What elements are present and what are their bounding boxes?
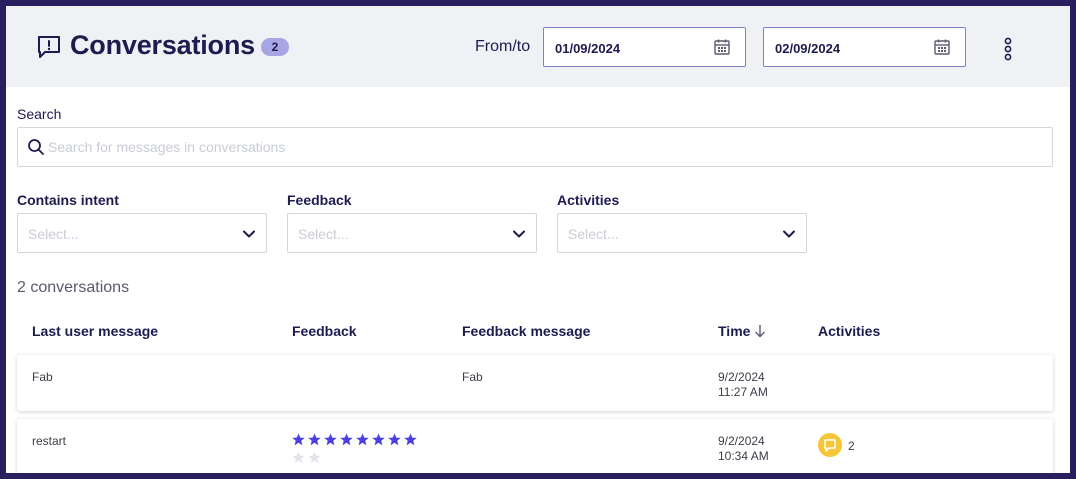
star-filled-icon bbox=[324, 433, 337, 446]
feedback-select-placeholder: Select... bbox=[298, 226, 349, 242]
feedback-rating-stars bbox=[292, 433, 422, 469]
star-filled-icon bbox=[356, 433, 369, 446]
app-frame: Conversations 2 From/to 01/09/2024 02/09… bbox=[0, 0, 1076, 479]
column-header-time[interactable]: Time bbox=[718, 323, 766, 339]
star-empty-icon bbox=[292, 451, 305, 464]
intent-select[interactable]: Select... bbox=[17, 213, 267, 253]
page-header: Conversations 2 From/to 01/09/2024 02/09… bbox=[6, 6, 1070, 87]
calendar-icon[interactable] bbox=[713, 38, 731, 56]
cell-time-clock: 11:27 AM bbox=[718, 385, 768, 399]
star-empty-icon bbox=[308, 451, 321, 464]
filter-label-activities: Activities bbox=[557, 192, 620, 208]
cell-last-user-message: Fab bbox=[32, 370, 53, 384]
date-to-value: 02/09/2024 bbox=[775, 41, 841, 56]
date-to-field[interactable]: 02/09/2024 bbox=[763, 27, 966, 67]
search-icon bbox=[28, 139, 44, 155]
cell-time-clock: 10:34 AM bbox=[718, 449, 769, 463]
column-header-last-user-message[interactable]: Last user message bbox=[32, 323, 158, 339]
filter-label-feedback: Feedback bbox=[287, 192, 352, 208]
calendar-icon[interactable] bbox=[933, 38, 951, 56]
sort-descending-icon[interactable] bbox=[754, 324, 766, 338]
search-input[interactable] bbox=[48, 136, 1028, 158]
chat-activity-icon bbox=[824, 439, 836, 452]
star-filled-icon bbox=[308, 433, 321, 446]
star-filled-icon bbox=[372, 433, 385, 446]
feedback-message-icon bbox=[38, 36, 60, 58]
column-header-feedback[interactable]: Feedback bbox=[292, 323, 357, 339]
activities-select-placeholder: Select... bbox=[568, 226, 619, 242]
date-range-label: From/to bbox=[475, 38, 531, 55]
table-row[interactable]: Fab Fab 9/2/2024 11:27 AM bbox=[17, 355, 1053, 411]
column-header-feedback-message[interactable]: Feedback message bbox=[462, 323, 590, 339]
star-filled-icon bbox=[404, 433, 417, 446]
activity-count: 2 bbox=[848, 439, 855, 453]
column-header-activities[interactable]: Activities bbox=[818, 323, 880, 339]
cell-last-user-message: restart bbox=[32, 434, 67, 448]
search-label: Search bbox=[17, 106, 62, 122]
chevron-down-icon bbox=[783, 230, 795, 238]
cell-time-date: 9/2/2024 bbox=[718, 370, 765, 384]
activities-select[interactable]: Select... bbox=[557, 213, 807, 253]
table-row[interactable]: restart 9/2/2024 10:34 AM 2 bbox=[17, 419, 1053, 473]
star-filled-icon bbox=[292, 433, 305, 446]
chevron-down-icon bbox=[513, 230, 525, 238]
activity-badge[interactable] bbox=[818, 433, 842, 457]
conversations-count: 2 conversations bbox=[17, 279, 130, 296]
page-title: Conversations bbox=[70, 30, 255, 60]
cell-feedback-message: Fab bbox=[462, 370, 483, 384]
date-from-field[interactable]: 01/09/2024 bbox=[543, 27, 746, 67]
star-filled-icon bbox=[388, 433, 401, 446]
date-from-value: 01/09/2024 bbox=[555, 41, 621, 56]
star-filled-icon bbox=[340, 433, 353, 446]
column-header-time-label: Time bbox=[718, 323, 751, 339]
filter-label-intent: Contains intent bbox=[17, 192, 119, 208]
conversation-count-badge: 2 bbox=[261, 38, 289, 56]
more-options-icon[interactable] bbox=[998, 36, 1018, 62]
search-field[interactable] bbox=[17, 127, 1053, 167]
intent-select-placeholder: Select... bbox=[28, 226, 79, 242]
cell-time-date: 9/2/2024 bbox=[718, 434, 765, 448]
chevron-down-icon bbox=[243, 230, 255, 238]
feedback-select[interactable]: Select... bbox=[287, 213, 537, 253]
